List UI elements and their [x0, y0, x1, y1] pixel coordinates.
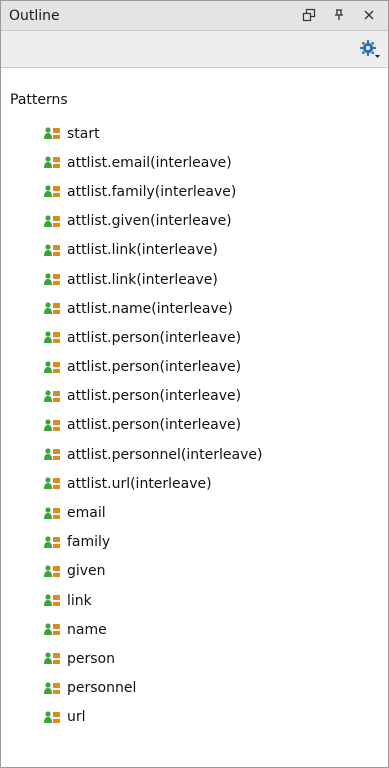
- tree-item-label: attlist.name(interleave): [67, 300, 233, 317]
- tree-root-patterns[interactable]: Patterns: [10, 92, 68, 108]
- pattern-icon: [44, 331, 62, 344]
- pattern-icon: [44, 594, 62, 607]
- pattern-icon: [44, 565, 62, 578]
- pattern-icon: [44, 215, 62, 228]
- tree-item-label: attlist.given(interleave): [67, 213, 232, 230]
- gear-dropdown-icon: [360, 40, 380, 58]
- title-bar: Outline: [1, 1, 388, 31]
- close-icon: [364, 10, 374, 20]
- pattern-icon: [44, 506, 62, 520]
- tree-item[interactable]: attlist.person(interleave): [1, 411, 388, 440]
- pattern-icon: [44, 623, 62, 636]
- pattern-icon: [44, 244, 62, 257]
- tree-item[interactable]: attlist.name(interleave): [1, 294, 388, 323]
- tree-item[interactable]: attlist.email(interleave): [1, 148, 388, 177]
- tree-item[interactable]: name: [1, 615, 388, 644]
- pattern-icon: [44, 448, 62, 461]
- tree-item-label: attlist.person(interleave): [67, 329, 242, 346]
- tree-item-label: url: [67, 709, 86, 726]
- tree-item[interactable]: given: [1, 557, 388, 586]
- tree-item-label: personnel: [67, 680, 137, 697]
- pattern-icon: [44, 711, 62, 724]
- restore-icon: [302, 8, 316, 22]
- tree-item-label: email: [67, 505, 106, 522]
- tree-item[interactable]: attlist.family(interleave): [1, 177, 388, 206]
- pin-button[interactable]: [326, 4, 352, 26]
- tree-item[interactable]: attlist.given(interleave): [1, 207, 388, 236]
- tree-item-label: attlist.person(interleave): [67, 388, 242, 405]
- pattern-icon: [44, 536, 62, 549]
- tree-item-label: attlist.url(interleave): [67, 475, 212, 492]
- pattern-icon: [44, 273, 62, 286]
- tree-item-label: attlist.family(interleave): [67, 183, 237, 200]
- tree-item-label: attlist.person(interleave): [67, 417, 242, 434]
- tree-item-label: attlist.link(interleave): [67, 242, 218, 259]
- tree-item-label: link: [67, 592, 92, 609]
- tree-item[interactable]: attlist.person(interleave): [1, 353, 388, 382]
- pattern-icon: [44, 302, 62, 315]
- pattern-icon: [44, 156, 62, 169]
- close-button[interactable]: [356, 4, 382, 26]
- tree-item[interactable]: personnel: [1, 674, 388, 703]
- toolbar: [1, 31, 388, 68]
- settings-dropdown-button[interactable]: [358, 38, 382, 60]
- tree-item-label: person: [67, 650, 115, 667]
- tree-item-label: start: [67, 125, 100, 142]
- tree-item-label: family: [67, 534, 111, 551]
- tree-item-label: attlist.email(interleave): [67, 154, 232, 171]
- tree-item[interactable]: link: [1, 586, 388, 615]
- outline-panel: Outline Patterns start attlist.email(int…: [0, 0, 389, 768]
- pattern-icon: [44, 185, 62, 198]
- window-controls: [296, 4, 382, 26]
- tree-item-label: given: [67, 563, 106, 580]
- pattern-icon: [44, 127, 62, 140]
- tree-item-label: attlist.person(interleave): [67, 359, 242, 376]
- tree-item-label: attlist.personnel(interleave): [67, 446, 263, 463]
- pattern-icon: [44, 682, 62, 695]
- tree-item[interactable]: attlist.url(interleave): [1, 469, 388, 498]
- tree-item[interactable]: family: [1, 528, 388, 557]
- pattern-icon: [44, 360, 62, 374]
- tree-item[interactable]: attlist.link(interleave): [1, 265, 388, 294]
- tree-item[interactable]: attlist.person(interleave): [1, 382, 388, 411]
- tree-items: start attlist.email(interleave) attlist.fa…: [1, 119, 388, 732]
- pattern-icon: [44, 652, 62, 665]
- tree-item-label: attlist.link(interleave): [67, 271, 218, 288]
- restore-button[interactable]: [296, 4, 322, 26]
- tree-item[interactable]: person: [1, 644, 388, 673]
- pattern-icon: [44, 477, 62, 490]
- pin-icon: [335, 9, 343, 20]
- pattern-icon: [44, 390, 62, 403]
- tree-item[interactable]: attlist.link(interleave): [1, 236, 388, 265]
- tree-item[interactable]: start: [1, 119, 388, 148]
- tree-item[interactable]: email: [1, 498, 388, 527]
- tree-item[interactable]: attlist.person(interleave): [1, 323, 388, 352]
- tree-item[interactable]: attlist.personnel(interleave): [1, 440, 388, 469]
- panel-title: Outline: [9, 8, 60, 24]
- tree-item-label: name: [67, 621, 107, 638]
- tree-item[interactable]: url: [1, 703, 388, 732]
- pattern-icon: [44, 419, 62, 432]
